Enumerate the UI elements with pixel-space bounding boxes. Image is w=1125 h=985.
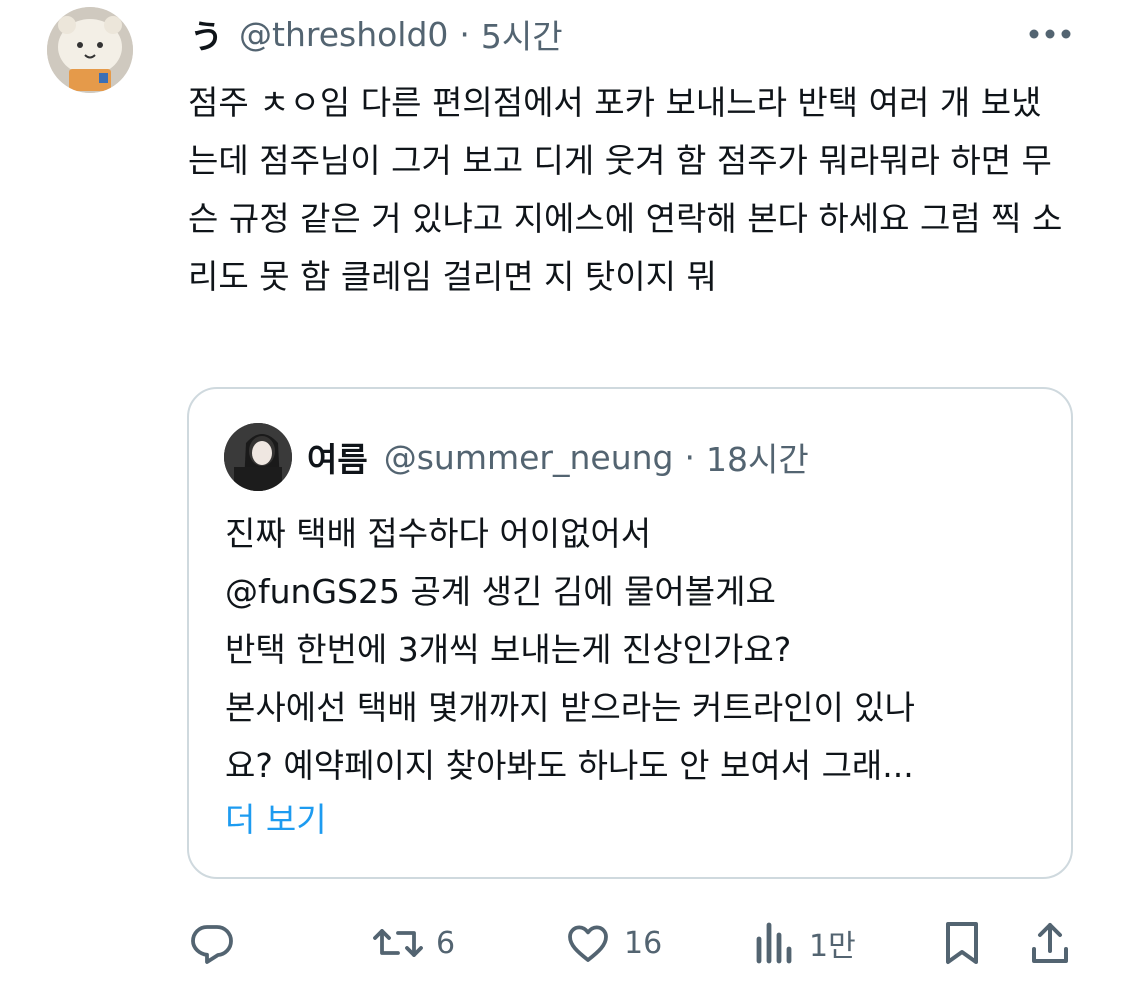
tweet-text: 점주 ㅊㅇ임 다른 편의점에서 포카 보내느라 반택 여러 개 보냈는데 점주님…	[188, 83, 1063, 296]
like-count: 16	[624, 925, 663, 961]
display-name[interactable]: う	[190, 10, 223, 58]
reply-icon	[188, 919, 236, 967]
quote-text-line: 본사에선 택배 몇개까지 받으라는 커트라인이 있나	[225, 688, 916, 727]
more-options-button[interactable]	[1022, 16, 1078, 52]
separator-dot: ·	[459, 14, 470, 54]
share-button[interactable]	[1028, 915, 1072, 971]
quote-text-line: @funGS25 공계 생긴 김에 물어볼게요	[225, 572, 776, 611]
bookmark-button[interactable]	[940, 915, 984, 971]
views-icon	[753, 919, 797, 967]
bookmark-icon	[940, 919, 984, 967]
retweet-button[interactable]: 6	[372, 915, 455, 971]
tweet-header: う @threshold0 · 5시간	[190, 8, 563, 60]
quote-user-handle: @summer_neung	[383, 437, 674, 477]
quote-display-name: 여름	[307, 440, 368, 479]
quote-tweet-card[interactable]: 여름 @summer_neung · 18시간 진짜 택배 접수하다 어이없어서…	[187, 387, 1073, 879]
retweet-count: 6	[436, 925, 456, 961]
heart-icon	[564, 919, 612, 967]
quote-text-line: 요? 예약페이지 찾아봐도 하나도 안 보여서 그래...	[225, 746, 914, 785]
quote-header: 여름 @summer_neung · 18시간	[307, 433, 809, 481]
retweet-icon	[372, 919, 424, 967]
more-icon	[1028, 28, 1072, 40]
quote-avatar	[224, 423, 292, 491]
quote-timestamp: 18시간	[706, 440, 809, 479]
user-handle[interactable]: @threshold0	[239, 15, 448, 54]
avatar[interactable]	[47, 7, 133, 93]
quote-separator-dot: ·	[684, 437, 696, 477]
like-button[interactable]: 16	[564, 915, 662, 971]
timestamp[interactable]: 5시간	[481, 10, 563, 58]
reply-button[interactable]	[188, 915, 248, 971]
quote-text: 진짜 택배 접수하다 어이없어서 @funGS25 공계 생긴 김에 물어볼게요…	[225, 505, 1055, 795]
avatar-image	[47, 7, 133, 93]
quote-text-line: 진짜 택배 접수하다 어이없어서	[225, 514, 652, 553]
show-more-link[interactable]: 더 보기	[225, 791, 327, 849]
quote-text-line: 반택 한번에 3개씩 보내는게 진상인가요?	[225, 630, 792, 669]
share-icon	[1028, 919, 1072, 967]
views-count: 1만	[809, 929, 856, 964]
views-button[interactable]: 1만	[753, 915, 856, 971]
